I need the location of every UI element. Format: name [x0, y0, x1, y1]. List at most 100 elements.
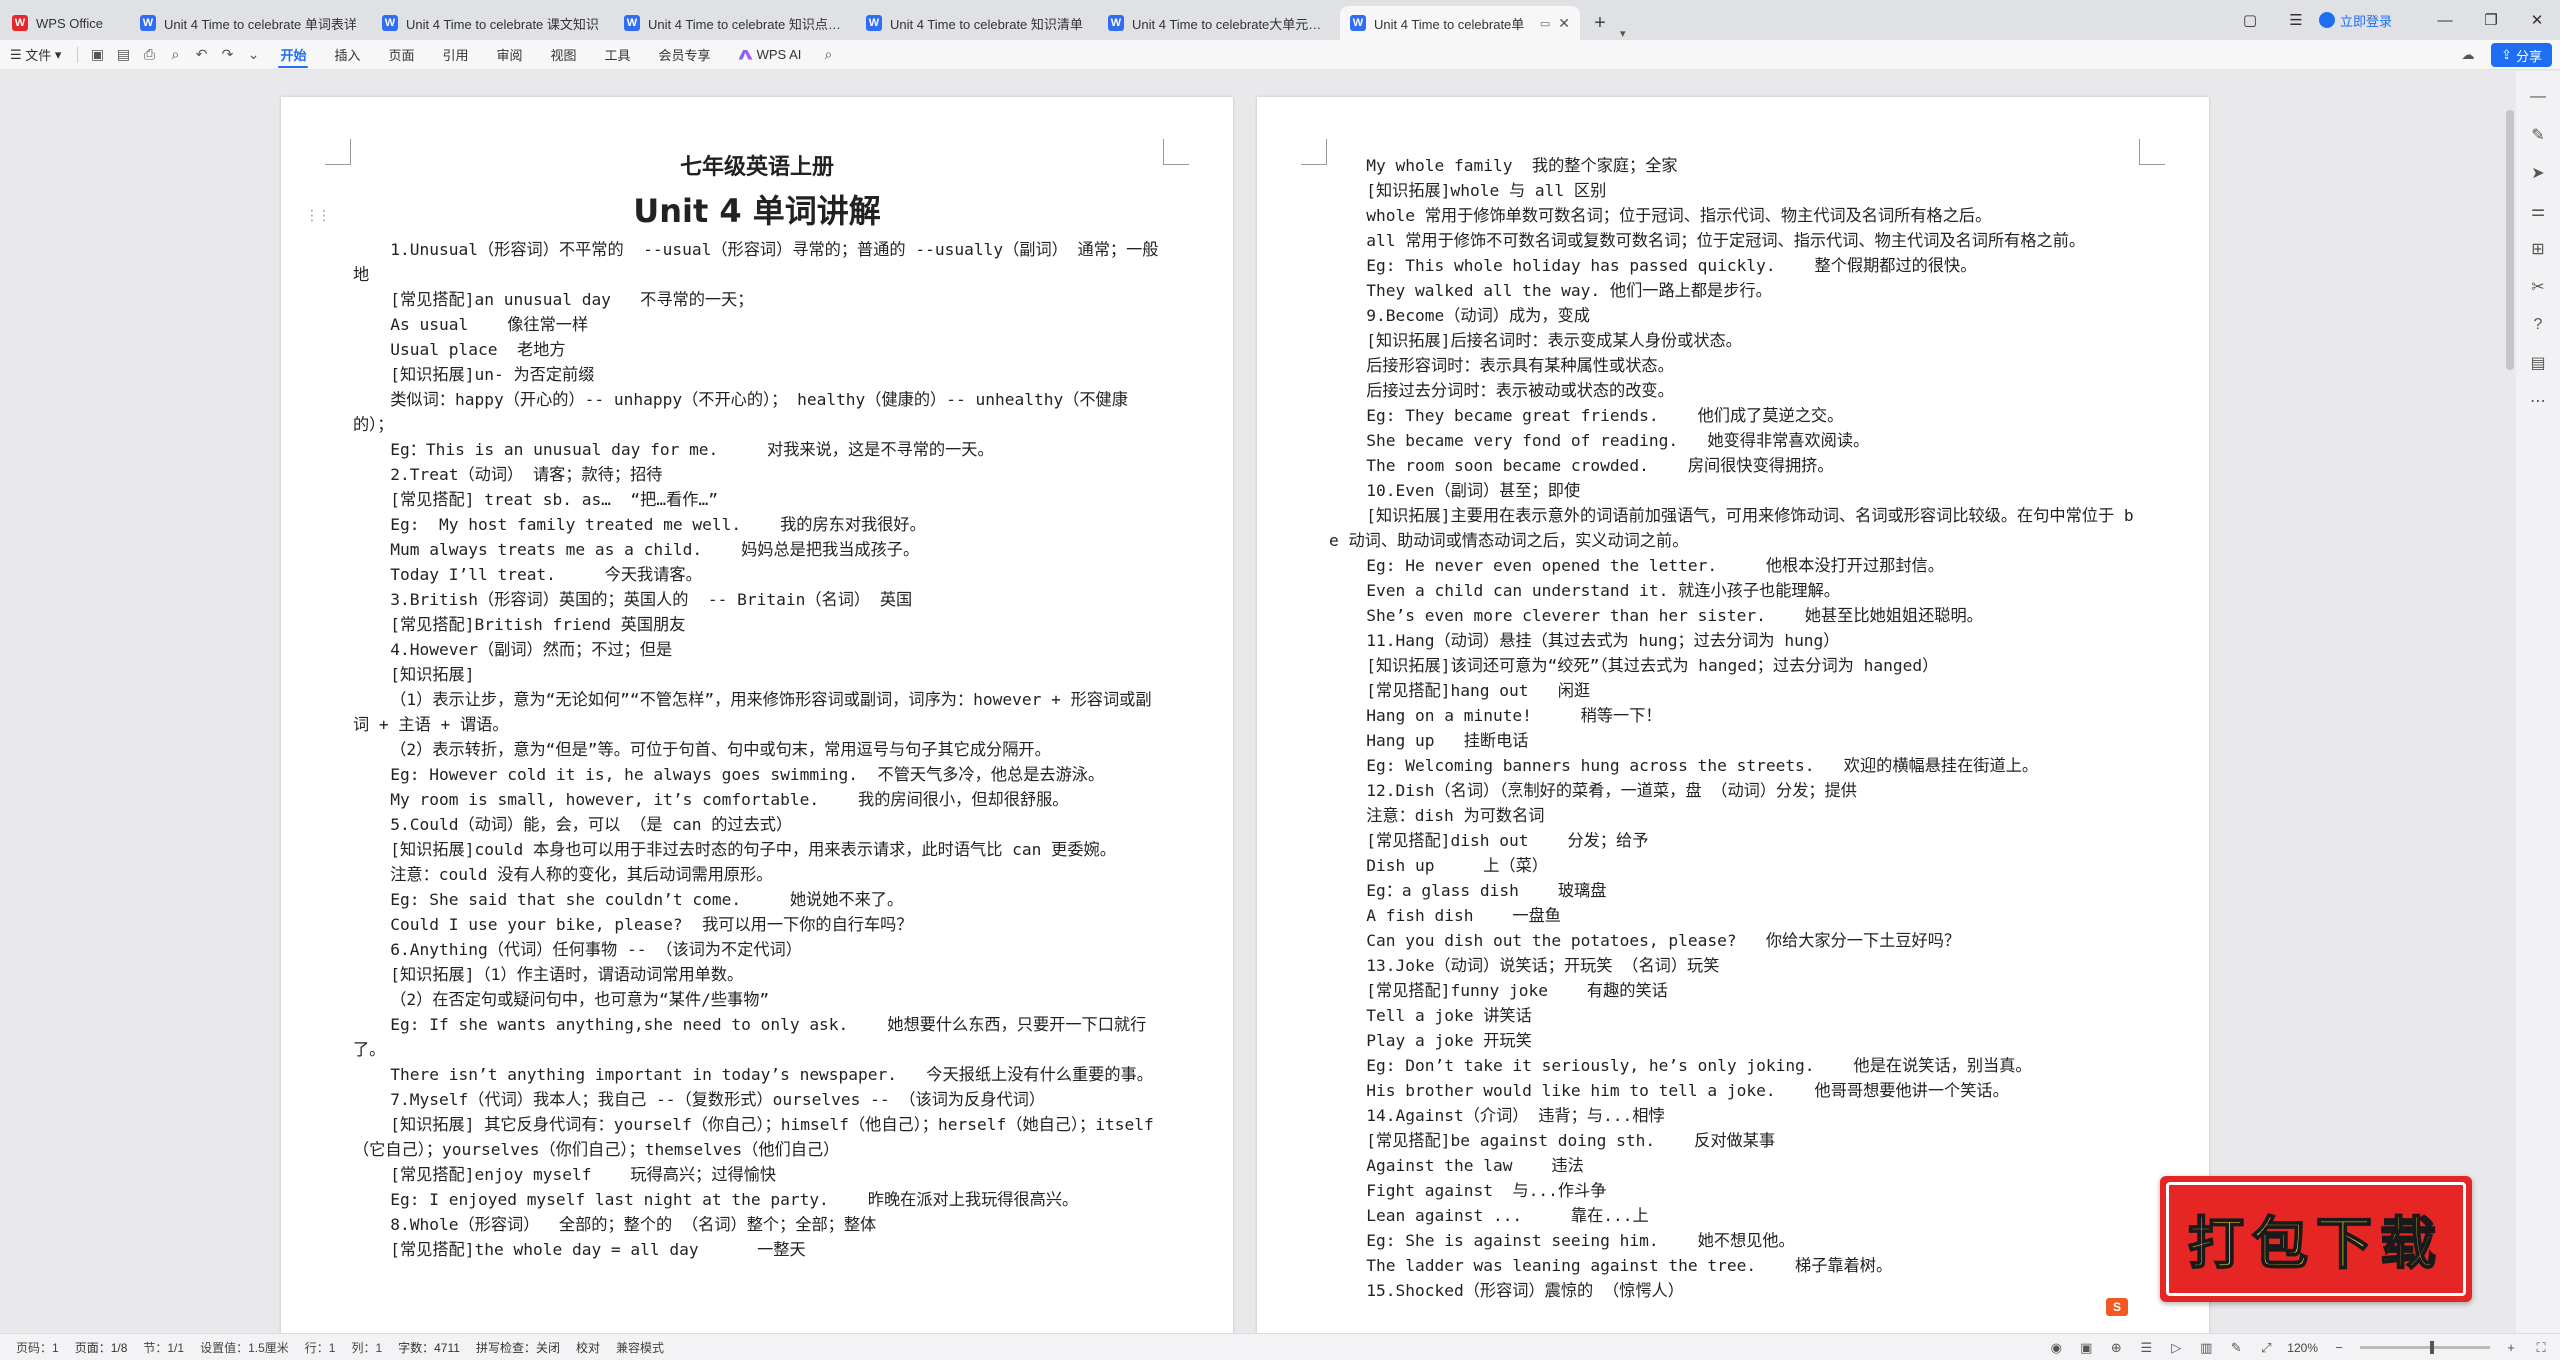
text-line: 14.Against（介词） 违背；与...相悖 — [1366, 1106, 1665, 1125]
help-icon[interactable]: ? — [2526, 313, 2550, 337]
menu-references[interactable]: 引用 — [428, 40, 482, 70]
tab-document[interactable]: W Unit 4 Time to celebrate 知识清单 — [856, 6, 1096, 40]
login-label: 立即登录 — [2339, 13, 2392, 29]
export-pdf-icon[interactable]: ▤ — [110, 42, 136, 68]
text-line: Dish up 上（菜） — [1366, 856, 1548, 875]
menu-home[interactable]: 开始 — [266, 40, 320, 70]
wps-ai-button[interactable]: WPS AI — [725, 40, 816, 70]
zoom-out-icon[interactable]: − — [2330, 1339, 2348, 1357]
share-button[interactable]: ⇪ 分享 — [2491, 43, 2552, 67]
document-page-2[interactable]: My whole family 我的整个家庭；全家 [知识拓展]whole 与 a… — [1257, 97, 2209, 1333]
play-icon[interactable]: ▷ — [2167, 1339, 2185, 1357]
tab-list-chevron-icon[interactable]: ▾ — [1620, 27, 1626, 40]
tab-document-active[interactable]: W Unit 4 Time to celebrate单 ▭ ✕ — [1340, 6, 1580, 40]
zoom-in-icon[interactable]: + — [2502, 1339, 2520, 1357]
annotate-icon[interactable]: ✎ — [2227, 1339, 2245, 1357]
text-line: [常见搭配]be against doing sth. 反对做某事 — [1366, 1131, 1776, 1150]
undo-icon[interactable]: ↶ — [188, 42, 214, 68]
web-view-icon[interactable]: ⊕ — [2107, 1339, 2125, 1357]
page-view-icon[interactable]: ▣ — [2077, 1339, 2095, 1357]
restore-icon[interactable]: ❐ — [2468, 0, 2514, 40]
minimize-icon[interactable]: — — [2422, 0, 2468, 40]
fullscreen-icon[interactable]: ⛶ — [2532, 1339, 2550, 1357]
menu-review[interactable]: 审阅 — [483, 40, 537, 70]
wps-ai-label: WPS AI — [756, 47, 802, 62]
text-line: 7.Myself（代词）我本人；我自己 --（复数形式）ourselves --… — [390, 1090, 1046, 1109]
tab-document[interactable]: W Unit 4 Time to celebrate 知识点 20 — [614, 6, 854, 40]
tab-label: Unit 4 Time to celebrate 课文知识 — [406, 16, 599, 32]
collapse-icon[interactable]: — — [2526, 85, 2550, 109]
text-line: She’s even more cleverer than her sister… — [1366, 606, 1983, 625]
document-page-1[interactable]: ⋮⋮ 七年级英语上册 Unit 4 单词讲解 1.Unusual（形容词）不平常… — [281, 97, 1233, 1333]
text-line: [常见搭配]British friend 英国朋友 — [390, 615, 686, 634]
print-preview-icon[interactable]: ⌕ — [162, 42, 188, 68]
file-menu-button[interactable]: ☰ 文件 ▾ — [0, 42, 71, 68]
redo-icon[interactable]: ↷ — [214, 42, 240, 68]
text-line: Could I use your bike, please? 我可以用一下你的自… — [390, 915, 913, 934]
tab-document[interactable]: W Unit 4 Time to celebrate 单词表详 — [130, 6, 370, 40]
quick-access-chevron-icon[interactable]: ⌄ — [240, 42, 266, 68]
share-label: 分享 — [2515, 48, 2542, 64]
tab-label: Unit 4 Time to celebrate大单元分析 — [1132, 16, 1328, 32]
menu-icon[interactable]: ☰ — [2273, 0, 2319, 40]
page-body[interactable]: 七年级英语上册 Unit 4 单词讲解 1.Unusual（形容词）不平常的 -… — [353, 139, 1161, 1262]
fit-width-icon[interactable]: ⤢ — [2257, 1339, 2275, 1357]
status-pages[interactable]: 页面：1/8 — [75, 1339, 128, 1356]
zoom-level[interactable]: 120% — [2287, 1341, 2318, 1355]
outline-view-icon[interactable]: ☰ — [2137, 1339, 2155, 1357]
text-line: There isn’t anything important in today’… — [390, 1065, 1153, 1084]
text-line: Eg: They became great friends. 他们成了莫逆之交。 — [1366, 406, 1844, 425]
translate-icon[interactable]: ⊞ — [2526, 237, 2550, 261]
search-icon[interactable]: ⌕ — [815, 42, 841, 68]
monitor-icon[interactable]: ▭ — [1540, 17, 1550, 30]
text-line: [常见搭配]funny joke 有趣的笑话 — [1366, 981, 1668, 1000]
tab-document[interactable]: W Unit 4 Time to celebrate大单元分析 — [1098, 6, 1338, 40]
text-line: The room soon became crowded. 房间很快变得拥挤。 — [1366, 456, 1834, 475]
eye-protect-icon[interactable]: ◉ — [2047, 1339, 2065, 1357]
menu-tools[interactable]: 工具 — [591, 40, 645, 70]
menu-insert[interactable]: 插入 — [320, 40, 374, 70]
login-button[interactable]: 立即登录 — [2318, 11, 2392, 30]
page-2-text: My whole family 我的整个家庭；全家 [知识拓展]whole 与 a… — [1329, 153, 2137, 1303]
sogou-ime-icon[interactable]: S — [2106, 1298, 2128, 1316]
page-body[interactable]: My whole family 我的整个家庭；全家 [知识拓展]whole 与 a… — [1329, 153, 2137, 1303]
menu-member[interactable]: 会员专享 — [645, 40, 725, 70]
tools-icon[interactable]: ✂ — [2526, 275, 2550, 299]
menu-page[interactable]: 页面 — [374, 40, 428, 70]
tab-bar: W WPS Office W Unit 4 Time to celebrate … — [0, 0, 2560, 40]
close-window-icon[interactable]: ✕ — [2514, 0, 2560, 40]
tab-document[interactable]: W Unit 4 Time to celebrate 课文知识 — [372, 6, 612, 40]
status-proofread[interactable]: 校对 — [576, 1339, 600, 1356]
zoom-slider[interactable] — [2360, 1341, 2490, 1354]
status-spellcheck[interactable]: 拼写检查：关闭 — [476, 1339, 560, 1356]
download-ad-banner[interactable]: 打包下载 — [2160, 1176, 2472, 1302]
text-line: Eg: She is against seeing him. 她不想见他。 — [1366, 1231, 1795, 1250]
text-line: As usual 像往常一样 — [390, 315, 589, 334]
status-wordcount[interactable]: 字数：4711 — [398, 1339, 460, 1356]
reading-mode-icon[interactable]: ▥ — [2197, 1339, 2215, 1357]
text-line: The ladder was leaning against the tree.… — [1366, 1256, 1893, 1275]
layout-icon[interactable]: ▢ — [2227, 0, 2273, 40]
text-line: 类似词：happy（开心的）-- unhappy（不开心的）； healthy（… — [353, 390, 1128, 434]
print-icon[interactable]: ⎙ — [136, 42, 162, 68]
save-icon[interactable]: ▣ — [84, 42, 110, 68]
right-sidebar: — ✎ ➤ ⚌ ⊞ ✂ ? ▤ ⋯ — [2516, 71, 2560, 1333]
drag-handle-icon[interactable]: ⋮⋮ — [305, 207, 331, 224]
zoom-slider-knob[interactable] — [2430, 1341, 2434, 1354]
cursor-icon[interactable]: ➤ — [2526, 161, 2550, 185]
margin-corner-mark — [325, 139, 351, 165]
close-tab-icon[interactable]: ✕ — [1558, 15, 1570, 32]
cloud-sync-icon[interactable]: ☁ — [2456, 43, 2480, 67]
adjust-icon[interactable]: ⚌ — [2526, 199, 2550, 223]
pen-icon[interactable]: ✎ — [2526, 123, 2550, 147]
clipboard-icon[interactable]: ▤ — [2526, 351, 2550, 375]
menu-view[interactable]: 视图 — [537, 40, 591, 70]
text-line: [常见搭配]dish out 分发；给予 — [1366, 831, 1649, 850]
new-tab-button[interactable]: + — [1580, 6, 1620, 40]
vertical-scrollbar[interactable] — [2506, 110, 2514, 370]
text-line: Eg: He never even opened the letter. 他根本… — [1366, 556, 1944, 575]
hamburger-icon: ☰ — [10, 46, 26, 62]
more-icon[interactable]: ⋯ — [2526, 389, 2550, 413]
tab-wps-home[interactable]: W WPS Office — [2, 6, 128, 40]
document-workspace[interactable]: ⋮⋮ 七年级英语上册 Unit 4 单词讲解 1.Unusual（形容词）不平常… — [0, 71, 2516, 1333]
